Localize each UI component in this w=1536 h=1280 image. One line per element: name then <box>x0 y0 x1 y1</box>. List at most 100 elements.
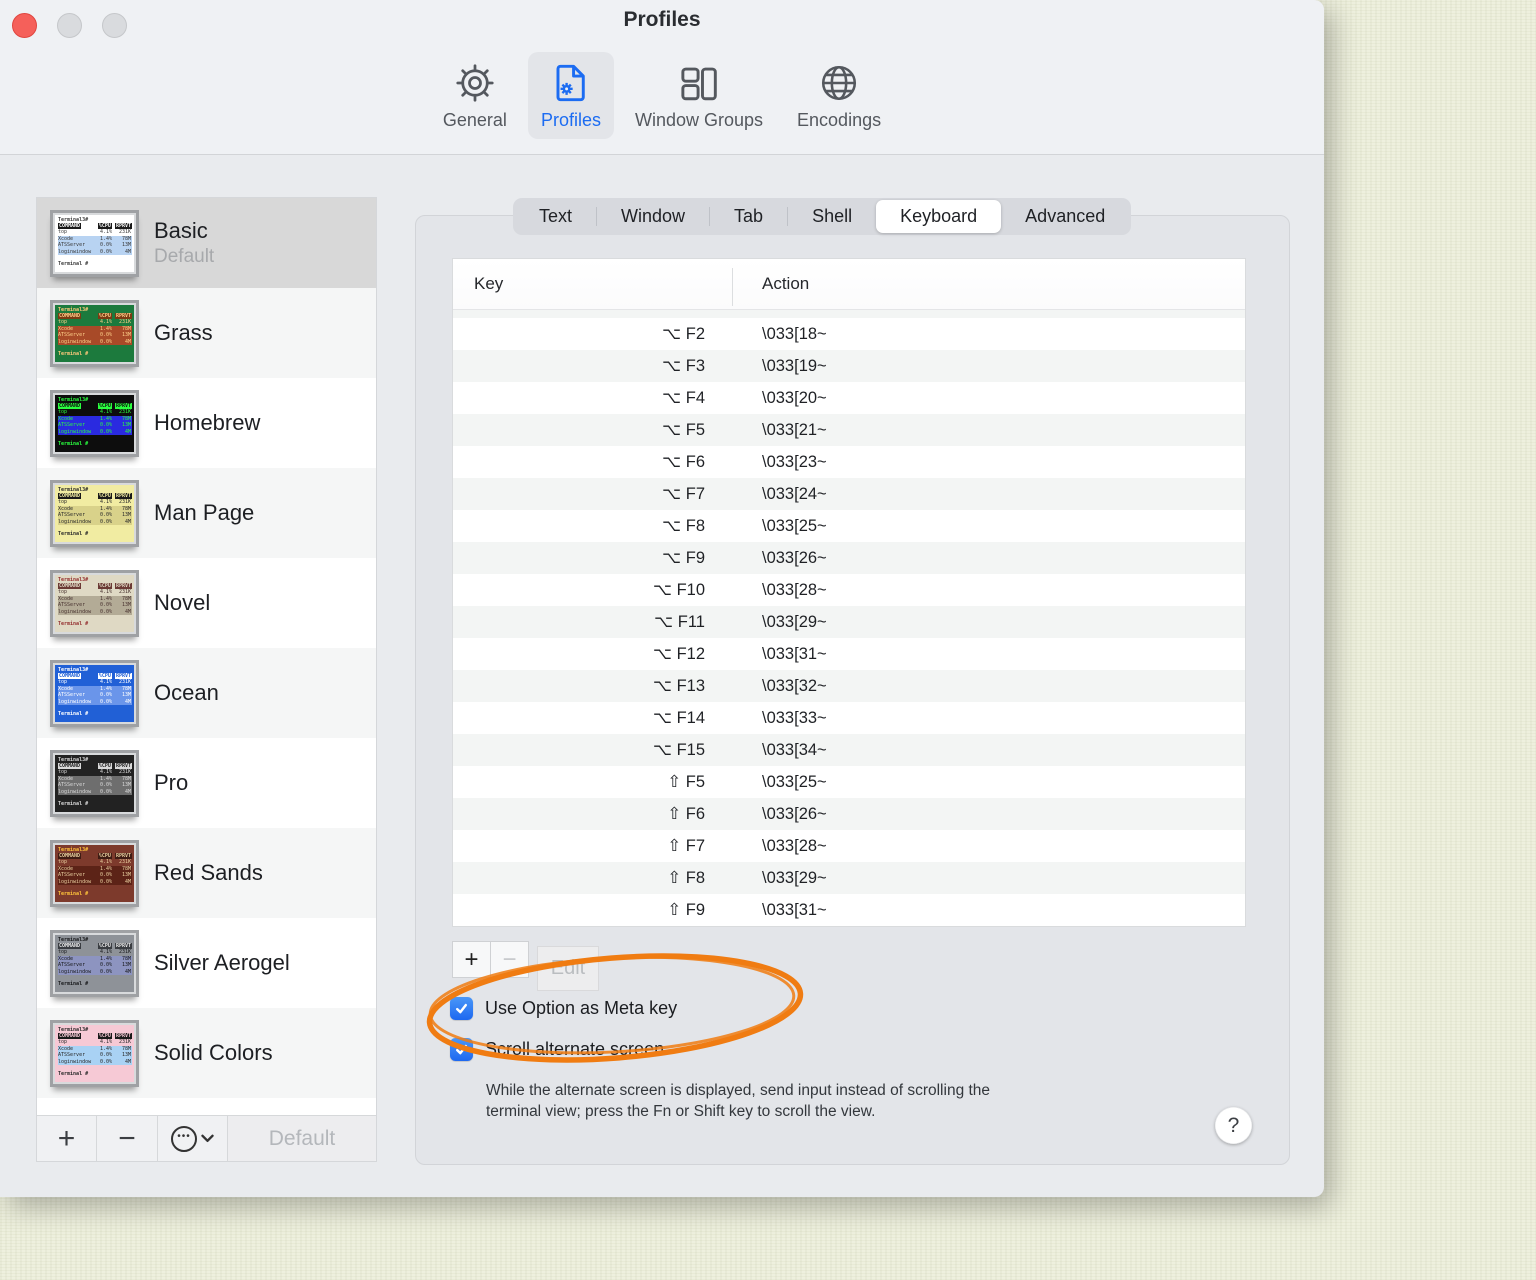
key-cell: ⌥ F15 <box>652 740 705 759</box>
add-key-button[interactable]: + <box>452 941 491 978</box>
tab-tab[interactable]: Tab <box>710 200 787 233</box>
toolbar-item-label: General <box>442 110 507 130</box>
toolbar-item-profiles[interactable]: Profiles <box>527 52 614 139</box>
window-title: Profiles <box>623 8 701 31</box>
keymap-row[interactable]: ⌥ F11 \033[29~ <box>453 606 1245 638</box>
keymap-row[interactable]: ⇧ F5 \033[25~ <box>453 766 1245 798</box>
profile-thumbnail: Terminal3# COMMAND %CPU RPRVT top 4.1% 231K Xco… <box>50 299 139 367</box>
profile-name: Solid Colors <box>154 1040 273 1065</box>
scroll-alternate-screen-checkbox[interactable] <box>450 1038 473 1061</box>
keymap-row[interactable]: ⌥ F4 \033[20~ <box>453 382 1245 414</box>
profile-row-ocean[interactable]: Terminal3# COMMAND %CPU RPRVT top 4.1% 231K Xco… <box>37 648 376 738</box>
globe-icon <box>822 65 857 101</box>
key-cell: ⌥ F3 <box>662 356 705 375</box>
action-cell: \033[20~ <box>762 388 827 407</box>
checkmark-icon <box>455 1044 468 1055</box>
keymap-row[interactable]: ⌥ F7 \033[24~ <box>453 478 1245 510</box>
desktop: Profiles General Profiles Window Groups … <box>0 0 1536 1280</box>
action-cell: \033[33~ <box>762 708 827 727</box>
action-cell: \033[32~ <box>762 676 827 695</box>
keymap-row[interactable]: ⇧ F9 \033[31~ <box>453 894 1245 926</box>
help-button[interactable]: ? <box>1215 1107 1252 1144</box>
document-gear-icon <box>556 64 585 102</box>
action-cell: \033[26~ <box>762 548 827 567</box>
keymap-row[interactable]: ⌥ F6 \033[23~ <box>453 446 1245 478</box>
toolbar-items: General Profiles Window Groups Encodings <box>0 52 1324 139</box>
action-cell: \033[19~ <box>762 356 827 375</box>
action-cell: \033[25~ <box>762 772 827 791</box>
profile-name: Silver Aerogel <box>154 950 290 975</box>
profile-row-solid-colors[interactable]: Terminal3# COMMAND %CPU RPRVT top 4.1% 231K Xco… <box>37 1008 376 1098</box>
keymap-row[interactable]: ⌥ F14 \033[33~ <box>453 702 1245 734</box>
column-header-action: Action <box>732 268 1245 306</box>
tab-shell[interactable]: Shell <box>788 200 876 233</box>
toolbar: Profiles General Profiles Window Groups … <box>0 0 1324 155</box>
toolbar-item-window-groups[interactable]: Window Groups <box>622 52 776 139</box>
key-cell: ⌥ F9 <box>662 548 705 567</box>
keymap-row[interactable]: ⇧ F8 \033[29~ <box>453 862 1245 894</box>
action-cell: \033[26~ <box>762 804 827 823</box>
profile-list: Terminal3# COMMAND %CPU RPRVT top 4.1% 231K Xco… <box>37 198 376 1116</box>
toolbar-item-encodings[interactable]: Encodings <box>784 52 894 139</box>
profile-name: Grass <box>154 320 213 345</box>
key-cell: ⌥ F2 <box>662 324 705 343</box>
key-cell: ⌥ F5 <box>662 420 705 439</box>
tab-text[interactable]: Text <box>515 200 596 233</box>
keymap-row[interactable]: ⌥ F5 \033[21~ <box>453 414 1245 446</box>
tab-keyboard[interactable]: Keyboard <box>876 200 1002 233</box>
key-cell: ⌥ F8 <box>662 516 705 535</box>
use-option-as-meta-checkbox[interactable] <box>450 997 473 1020</box>
keymap-row[interactable]: ⌥ F2 \033[18~ <box>453 318 1245 350</box>
key-cell: ⇧ F9 <box>667 900 705 919</box>
key-cell: ⌥ F11 <box>654 612 705 631</box>
action-cell: \033[24~ <box>762 484 827 503</box>
profile-name: Man Page <box>154 500 255 525</box>
profile-row-basic[interactable]: Terminal3# COMMAND %CPU RPRVT top 4.1% 231K Xco… <box>37 198 376 288</box>
keymap-rows: ⌥ F2 \033[18~ ⌥ F3 \033[19~ ⌥ F4 \033[20~ ⌥ F5… <box>453 318 1245 926</box>
tab-advanced[interactable]: Advanced <box>1001 200 1129 233</box>
profile-row-man-page[interactable]: Terminal3# COMMAND %CPU RPRVT top 4.1% 231K Xco… <box>37 468 376 558</box>
keymap-row[interactable]: ⌥ F10 \033[28~ <box>453 574 1245 606</box>
key-cell: ⌥ F14 <box>652 708 705 727</box>
profile-thumbnail: Terminal3# COMMAND %CPU RPRVT top 4.1% 231K Xco… <box>50 929 139 997</box>
profile-row-pro[interactable]: Terminal3# COMMAND %CPU RPRVT top 4.1% 231K Xco… <box>37 738 376 828</box>
keymap-row[interactable]: ⌥ F13 \033[32~ <box>453 670 1245 702</box>
tab-bar: Text Window Tab Shell Keyboard Advanced <box>513 198 1132 235</box>
alternate-screen-note: While the alternate screen is displayed,… <box>486 1082 991 1120</box>
action-cell: \033[34~ <box>762 740 827 759</box>
tab-window[interactable]: Window <box>597 200 709 233</box>
action-cell: \033[25~ <box>762 516 827 535</box>
key-cell: ⇧ F6 <box>667 804 705 823</box>
keymap-row[interactable]: ⇧ F6 \033[26~ <box>453 798 1245 830</box>
checkmark-icon <box>455 1003 468 1014</box>
remove-key-button[interactable]: − <box>490 941 529 978</box>
profile-row-silver-aerogel[interactable]: Terminal3# COMMAND %CPU RPRVT top 4.1% 231K Xco… <box>37 918 376 1008</box>
keymap-row[interactable]: ⌥ F8 \033[25~ <box>453 510 1245 542</box>
profile-row-grass[interactable]: Terminal3# COMMAND %CPU RPRVT top 4.1% 231K Xco… <box>37 288 376 378</box>
edit-key-button[interactable]: Edit <box>537 946 599 991</box>
profile-actions-button[interactable]: ••• <box>158 1116 228 1161</box>
toolbar-item-general[interactable]: General <box>430 52 520 139</box>
add-profile-button[interactable]: + <box>37 1116 97 1161</box>
keymap-row[interactable]: ⌥ F3 \033[19~ <box>453 350 1245 382</box>
keymap-row[interactable]: ⌥ F9 \033[26~ <box>453 542 1245 574</box>
default-button[interactable]: Default <box>228 1116 376 1161</box>
preferences-window: Profiles General Profiles Window Groups … <box>0 0 1324 1197</box>
profile-thumbnail: Terminal3# COMMAND %CPU RPRVT top 4.1% 231K Xco… <box>50 1019 139 1087</box>
keymap-row[interactable]: ⇧ F7 \033[28~ <box>453 830 1245 862</box>
profile-thumbnail: Terminal3# COMMAND %CPU RPRVT top 4.1% 231K Xco… <box>50 569 139 637</box>
remove-profile-button[interactable]: − <box>97 1116 158 1161</box>
profile-row-red-sands[interactable]: Terminal3# COMMAND %CPU RPRVT top 4.1% 231K Xco… <box>37 828 376 918</box>
profile-thumbnail: Terminal3# COMMAND %CPU RPRVT top 4.1% 231K Xco… <box>50 209 139 277</box>
keymap-row[interactable]: ⌥ F12 \033[31~ <box>453 638 1245 670</box>
keymap-row[interactable]: ⌥ F15 \033[34~ <box>453 734 1245 766</box>
action-cell: \033[23~ <box>762 452 827 471</box>
key-cell: ⇧ F8 <box>667 868 705 887</box>
profile-row-novel[interactable]: Terminal3# COMMAND %CPU RPRVT top 4.1% 231K Xco… <box>37 558 376 648</box>
profile-thumbnail: Terminal3# COMMAND %CPU RPRVT top 4.1% 231K Xco… <box>50 839 139 907</box>
profile-row-homebrew[interactable]: Terminal3# COMMAND %CPU RPRVT top 4.1% 231K Xco… <box>37 378 376 468</box>
action-cell: \033[28~ <box>762 836 827 855</box>
toolbar-item-label: Encodings <box>797 110 882 130</box>
scroll-alternate-checkbox-row: Scroll alternate screen <box>450 1038 664 1061</box>
profile-thumbnail: Terminal3# COMMAND %CPU RPRVT top 4.1% 231K Xco… <box>50 659 139 727</box>
